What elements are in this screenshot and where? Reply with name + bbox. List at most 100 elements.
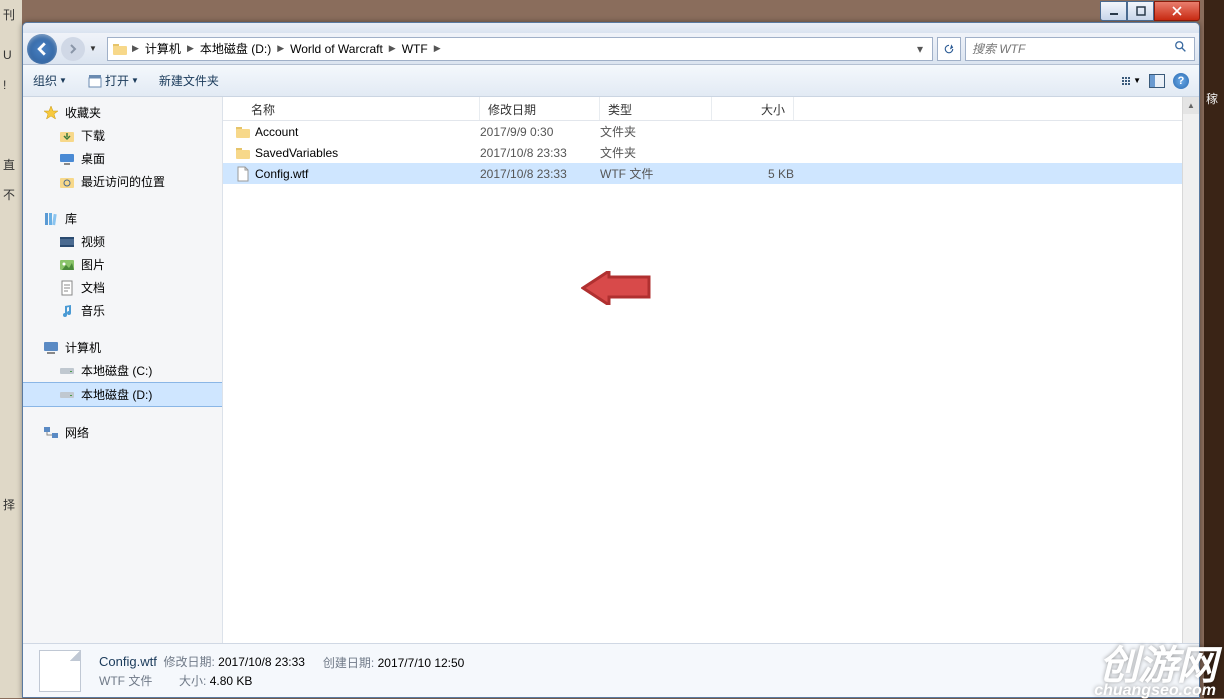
- breadcrumb-item[interactable]: World of Warcraft: [286, 42, 387, 56]
- column-type[interactable]: 类型: [600, 97, 712, 120]
- details-mod-label: 修改日期:: [163, 655, 214, 669]
- bg-fragment: 刊: [0, 0, 22, 30]
- file-type: 文件夹: [600, 144, 712, 161]
- details-mod-value: 2017/10/8 23:33: [218, 655, 305, 669]
- sidebar-item-label: 本地磁盘 (D:): [81, 386, 152, 403]
- sidebar-item-desktop[interactable]: 桌面: [23, 147, 222, 170]
- bg-fragment: !: [0, 70, 22, 100]
- details-size-label: 大小:: [179, 674, 206, 688]
- file-date: 2017/10/8 23:33: [480, 146, 600, 160]
- sidebar-item-music[interactable]: 音乐: [23, 299, 222, 322]
- file-date: 2017/10/8 23:33: [480, 167, 600, 181]
- bg-fragment: 不: [0, 180, 22, 210]
- file-date: 2017/9/9 0:30: [480, 125, 600, 139]
- breadcrumb-item[interactable]: 本地磁盘 (D:): [196, 40, 275, 57]
- nav-back-button[interactable]: [27, 34, 57, 64]
- details-subtitle: WTF 文件: [99, 674, 152, 688]
- sidebar-computer-header[interactable]: 计算机: [23, 336, 222, 359]
- sidebar-favorites-label: 收藏夹: [65, 104, 101, 121]
- sidebar-item-recent[interactable]: 最近访问的位置: [23, 170, 222, 193]
- sidebar-item-pictures[interactable]: 图片: [23, 253, 222, 276]
- column-name[interactable]: 名称: [223, 97, 480, 120]
- sidebar-item-drive-c[interactable]: 本地磁盘 (C:): [23, 359, 222, 382]
- folder-icon: [235, 124, 251, 140]
- libraries-icon: [43, 211, 59, 227]
- file-name: Account: [255, 125, 298, 139]
- bg-fragment: 直: [0, 150, 22, 180]
- view-options-button[interactable]: ▼: [1122, 76, 1141, 85]
- sidebar-item-label: 桌面: [81, 150, 105, 167]
- sidebar-item-label: 本地磁盘 (C:): [81, 362, 152, 379]
- pictures-icon: [59, 257, 75, 273]
- file-size: 5 KB: [712, 167, 794, 181]
- file-row[interactable]: Config.wtf 2017/10/8 23:33WTF 文件5 KB: [223, 163, 1199, 184]
- folder-icon: [235, 145, 251, 161]
- drive-icon: [59, 387, 75, 403]
- search-icon[interactable]: [1174, 40, 1188, 57]
- sidebar-favorites-header[interactable]: 收藏夹: [23, 101, 222, 124]
- sidebar-computer-label: 计算机: [65, 339, 101, 356]
- chevron-right-icon[interactable]: ▶: [432, 43, 443, 54]
- chevron-right-icon[interactable]: ▶: [275, 43, 286, 54]
- annotation-arrow: [581, 271, 651, 305]
- computer-icon: [43, 340, 59, 356]
- video-icon: [59, 234, 75, 250]
- column-date[interactable]: 修改日期: [480, 97, 600, 120]
- nav-history-dropdown[interactable]: ▼: [89, 44, 103, 53]
- window-maximize-button[interactable]: [1127, 1, 1154, 21]
- preview-pane-button[interactable]: [1149, 74, 1165, 88]
- drive-icon: [59, 363, 75, 379]
- file-row[interactable]: SavedVariables 2017/10/8 23:33文件夹: [223, 142, 1199, 163]
- breadcrumb-bar[interactable]: ▶ 计算机 ▶ 本地磁盘 (D:) ▶ World of Warcraft ▶ …: [107, 37, 933, 61]
- star-icon: [43, 105, 59, 121]
- refresh-button[interactable]: [937, 37, 961, 61]
- sidebar-item-downloads[interactable]: 下载: [23, 124, 222, 147]
- new-folder-button[interactable]: 新建文件夹: [159, 72, 219, 89]
- search-input[interactable]: [972, 42, 1174, 56]
- details-title: Config.wtf: [99, 654, 157, 669]
- sidebar-item-label: 视频: [81, 233, 105, 250]
- breadcrumb-dropdown[interactable]: ▾: [910, 42, 930, 56]
- file-type: WTF 文件: [600, 165, 712, 182]
- sidebar-item-label: 音乐: [81, 302, 105, 319]
- sidebar-item-label: 文档: [81, 279, 105, 296]
- chevron-right-icon[interactable]: ▶: [185, 43, 196, 54]
- sidebar-item-label: 图片: [81, 256, 105, 273]
- file-row[interactable]: Account 2017/9/9 0:30文件夹: [223, 121, 1199, 142]
- window-minimize-button[interactable]: [1100, 1, 1127, 21]
- bg-fragment: U: [0, 40, 22, 70]
- chevron-right-icon[interactable]: ▶: [387, 43, 398, 54]
- scrollbar[interactable]: ▲: [1182, 97, 1199, 643]
- bg-fragment: 稼: [1204, 86, 1224, 111]
- sidebar-libraries-header[interactable]: 库: [23, 207, 222, 230]
- sidebar-network-header[interactable]: 网络: [23, 421, 222, 444]
- sidebar-libraries-label: 库: [65, 210, 77, 227]
- details-create-label: 创建日期:: [323, 656, 374, 670]
- file-name: SavedVariables: [255, 146, 338, 160]
- details-thumbnail: [39, 650, 81, 692]
- breadcrumb-item[interactable]: WTF: [398, 42, 432, 56]
- sidebar-item-videos[interactable]: 视频: [23, 230, 222, 253]
- documents-icon: [59, 280, 75, 296]
- music-icon: [59, 303, 75, 319]
- nav-forward-button[interactable]: [61, 37, 85, 61]
- chevron-right-icon[interactable]: ▶: [130, 43, 141, 54]
- open-icon: [87, 73, 103, 89]
- details-size-value: 4.80 KB: [210, 674, 253, 688]
- sidebar-item-documents[interactable]: 文档: [23, 276, 222, 299]
- titlebar[interactable]: [23, 23, 1199, 33]
- desktop-icon: [59, 151, 75, 167]
- breadcrumb-item[interactable]: 计算机: [141, 40, 185, 57]
- help-button[interactable]: ?: [1173, 73, 1189, 89]
- details-create-value: 2017/7/10 12:50: [378, 656, 465, 670]
- window-close-button[interactable]: [1154, 1, 1200, 21]
- file-type: 文件夹: [600, 123, 712, 140]
- open-button[interactable]: 打开▼: [87, 72, 139, 89]
- sidebar-item-drive-d[interactable]: 本地磁盘 (D:): [23, 382, 222, 407]
- organize-button[interactable]: 组织▼: [33, 72, 67, 89]
- column-size[interactable]: 大小: [712, 97, 794, 120]
- sidebar-item-label: 下载: [81, 127, 105, 144]
- search-box[interactable]: [965, 37, 1195, 61]
- file-name: Config.wtf: [255, 167, 308, 181]
- network-icon: [43, 425, 59, 441]
